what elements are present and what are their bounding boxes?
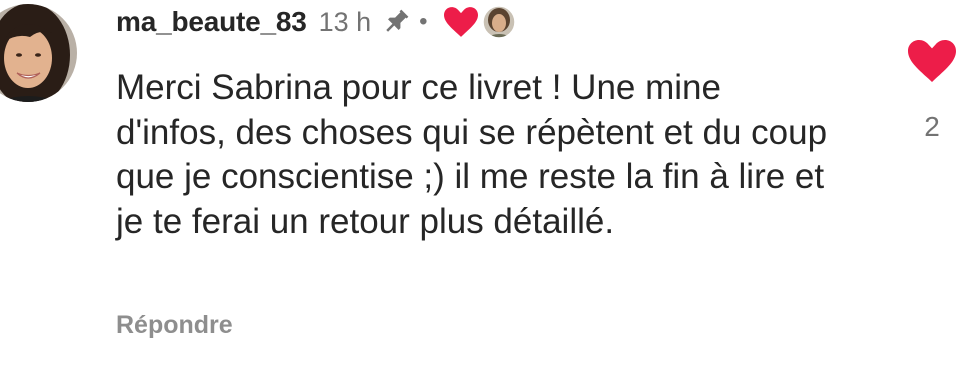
separator-dot: • [419, 8, 428, 35]
user-avatar[interactable] [0, 3, 77, 103]
creator-heart-icon [443, 7, 478, 37]
creator-avatar [481, 5, 516, 39]
like-count[interactable]: 2 [906, 111, 958, 143]
heart-icon[interactable] [906, 40, 958, 87]
reply-button[interactable]: Répondre [116, 311, 233, 340]
like-section: 2 [906, 40, 958, 143]
comment-header: ma_beaute_83 13 h • [116, 2, 516, 42]
username-link[interactable]: ma_beaute_83 [116, 6, 307, 38]
timestamp: 13 h [318, 6, 372, 37]
comment-text: Merci Sabrina pour ce livret ! Une mine … [116, 68, 828, 241]
pin-icon [381, 7, 411, 37]
comment: ma_beaute_83 13 h • Merci Sabrina pour c… [0, 0, 978, 379]
